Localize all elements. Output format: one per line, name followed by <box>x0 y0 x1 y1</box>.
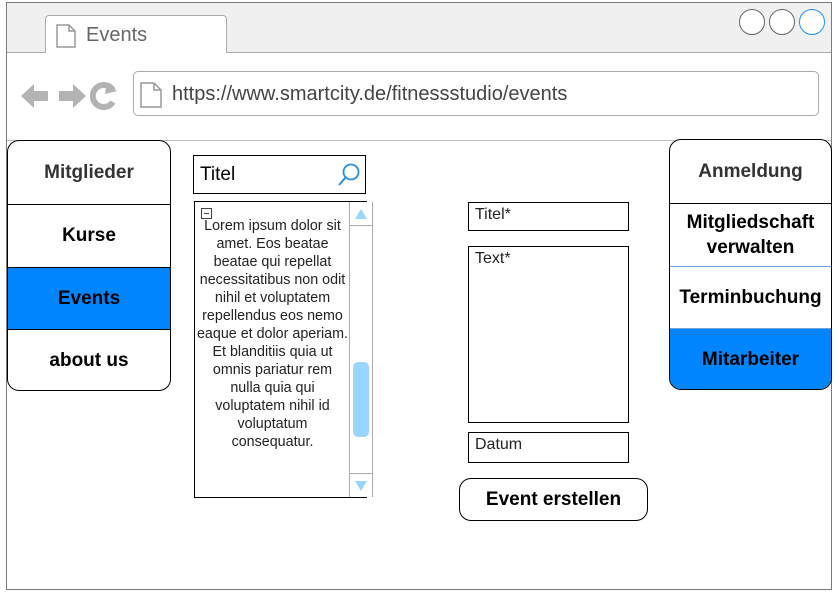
nav-item-kurse[interactable]: Kurse <box>8 204 170 267</box>
maximize-button[interactable] <box>769 9 795 35</box>
event-text-panel: Lorem ipsum dolor sit amet. Eos beatae b… <box>194 201 373 498</box>
nav-item-label: Events <box>57 287 121 309</box>
nav-item-label: Kurse <box>62 225 116 246</box>
nav-item-label: Mitglieder <box>44 161 134 183</box>
menu-item-anmeldung[interactable]: Anmeldung <box>670 140 831 203</box>
vertical-scrollbar[interactable] <box>349 202 373 497</box>
nav-item-about-us[interactable]: about us <box>8 329 170 390</box>
menu-item-terminbuchung[interactable]: Terminbuchung <box>670 266 831 328</box>
text-placeholder: Text* <box>475 250 511 267</box>
menu-item-mitgliedschaft-verwalten[interactable]: Mitgliedschaft verwalten <box>670 203 831 266</box>
navigation-icons <box>21 82 117 110</box>
event-title-field[interactable]: Titel* <box>468 202 629 231</box>
right-nav-menu: Anmeldung Mitgliedschaft verwalten Termi… <box>669 139 832 390</box>
scroll-up-button[interactable] <box>350 202 372 226</box>
menu-item-label: Terminbuchung <box>679 286 822 308</box>
scroll-thumb[interactable] <box>353 362 369 437</box>
nav-item-label: about us <box>49 350 129 371</box>
tab-title: Events <box>86 24 148 46</box>
menu-item-mitarbeiter[interactable]: Mitarbeiter <box>670 328 831 389</box>
menu-item-label: Mitarbeiter <box>701 349 800 370</box>
search-icon[interactable] <box>337 162 361 188</box>
event-description-text: Lorem ipsum dolor sit amet. Eos beatae b… <box>196 218 348 450</box>
tab-strip: Events <box>7 3 831 54</box>
address-bar[interactable]: https://www.smartcity.de/fitnessstudio/e… <box>133 71 819 116</box>
scroll-down-button[interactable] <box>350 473 372 497</box>
menu-item-label: Anmeldung <box>698 160 803 182</box>
nav-item-events[interactable]: Events <box>8 267 170 329</box>
left-nav-menu: Mitglieder Kurse Events about us <box>7 140 171 391</box>
close-button[interactable] <box>799 9 825 35</box>
document-icon <box>56 24 76 48</box>
create-event-label: Event erstellen <box>485 488 622 510</box>
menu-item-label: Mitgliedschaft verwalten <box>686 212 815 258</box>
event-text-field[interactable]: Text* <box>468 246 629 423</box>
browser-tab[interactable]: Events <box>45 15 227 54</box>
search-input[interactable]: Titel <box>193 155 366 194</box>
url-text: https://www.smartcity.de/fitnessstudio/e… <box>172 83 568 105</box>
date-placeholder: Datum <box>475 436 523 453</box>
create-event-button[interactable]: Event erstellen <box>459 478 648 521</box>
triangle-down-icon <box>355 480 367 491</box>
event-date-field[interactable]: Datum <box>468 432 629 463</box>
back-arrow-icon[interactable] <box>21 84 48 108</box>
nav-item-mitglieder[interactable]: Mitglieder <box>8 141 170 204</box>
search-value: Titel <box>200 164 236 185</box>
triangle-up-icon <box>355 208 367 219</box>
reload-icon[interactable] <box>89 82 117 110</box>
page-icon <box>140 82 162 108</box>
browser-toolbar: https://www.smartcity.de/fitnessstudio/e… <box>7 53 831 141</box>
title-placeholder: Titel* <box>475 206 511 223</box>
forward-arrow-icon[interactable] <box>59 84 86 108</box>
minimize-button[interactable] <box>739 9 765 35</box>
